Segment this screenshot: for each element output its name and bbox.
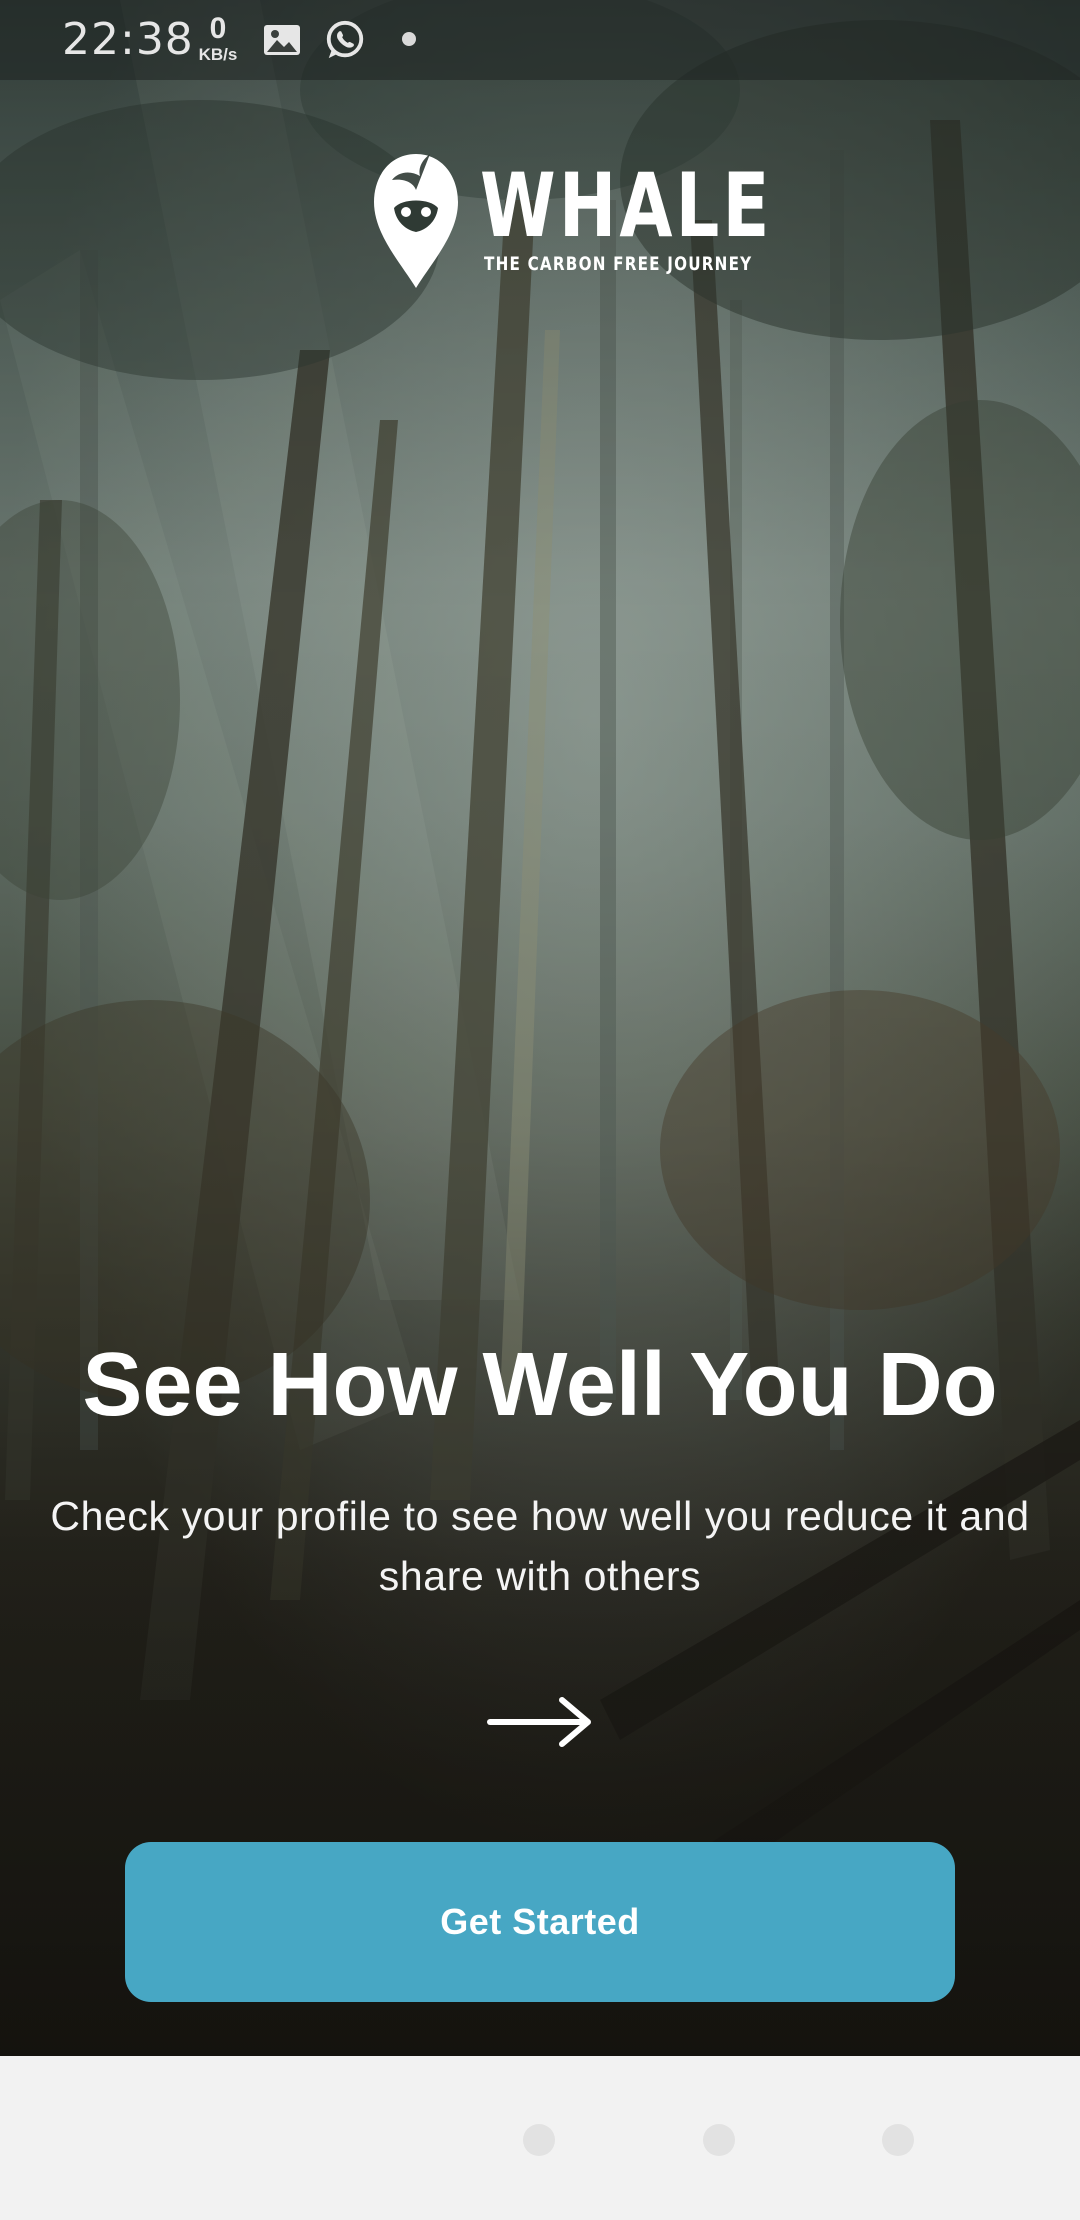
nav-dot-icon[interactable] [523, 2124, 555, 2156]
status-time: 22:38 [62, 14, 194, 65]
nav-dot-icon[interactable] [703, 2124, 735, 2156]
onboarding-title: See How Well You Do [82, 1335, 998, 1435]
logo-wordmark: WHALE [480, 154, 773, 257]
arrow-right-icon[interactable] [486, 1692, 594, 1752]
onboarding-screen: 22:38 0 KB/s WHALE THE CARBON FREE JOURN… [0, 0, 1080, 2220]
gallery-icon [264, 25, 300, 55]
whatsapp-icon [326, 20, 364, 59]
logo-tagline: THE CARBON FREE JOURNEY [484, 253, 753, 275]
whale-logo: WHALE THE CARBON FREE JOURNEY [370, 150, 769, 300]
onboarding-description: Check your profile to see how well you r… [50, 1493, 1030, 1599]
whale-logo-icon [374, 154, 458, 288]
nav-dot-icon[interactable] [882, 2124, 914, 2156]
get-started-button[interactable]: Get Started [125, 1842, 955, 2002]
notification-dot-icon [402, 32, 416, 46]
network-speed-indicator: 0 KB/s [190, 14, 246, 66]
network-speed-unit: KB/s [198, 45, 238, 64]
network-speed-value: 0 [209, 12, 227, 45]
status-bar: 22:38 0 KB/s [0, 0, 1080, 80]
